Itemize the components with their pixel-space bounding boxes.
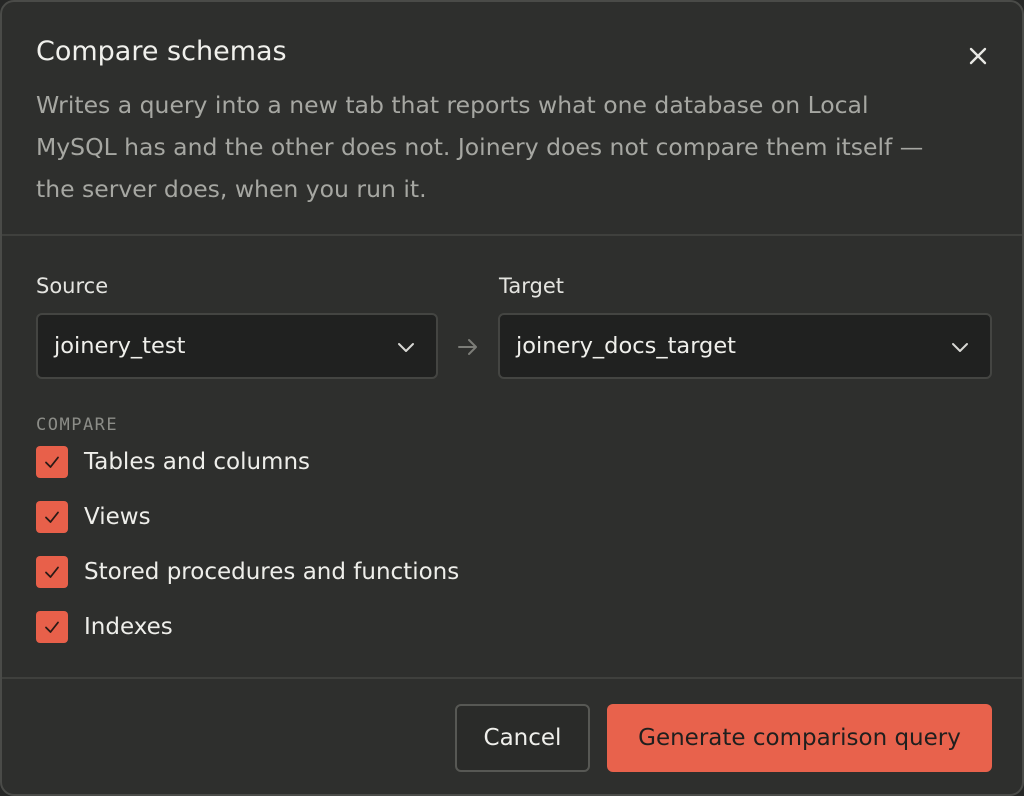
option-label: Indexes	[84, 614, 173, 640]
footer-divider	[2, 677, 1022, 679]
header-divider	[2, 234, 1022, 236]
option-indexes[interactable]: Indexes	[36, 610, 173, 644]
option-label: Stored procedures and functions	[84, 559, 460, 585]
generate-comparison-query-button[interactable]: Generate comparison query	[607, 704, 992, 772]
option-label: Views	[84, 504, 151, 530]
target-select[interactable]: joinery_docs_target	[498, 313, 992, 379]
chevron-down-icon	[398, 343, 414, 352]
checkbox[interactable]	[36, 446, 68, 478]
source-select[interactable]: joinery_test	[36, 313, 438, 379]
check-icon	[45, 456, 59, 468]
close-icon	[969, 47, 987, 65]
chevron-down-icon	[952, 343, 968, 352]
check-icon	[45, 566, 59, 578]
option-views[interactable]: Views	[36, 500, 151, 534]
dialog-title: Compare schemas	[36, 36, 287, 67]
close-button[interactable]	[958, 38, 998, 74]
compare-schemas-dialog: Compare schemas Writes a query into a ne…	[0, 0, 1024, 796]
cancel-button[interactable]: Cancel	[455, 704, 590, 772]
option-label: Tables and columns	[84, 449, 311, 475]
arrow-right-icon	[458, 339, 477, 355]
target-label: Target	[499, 274, 564, 298]
compare-section-label: COMPARE	[36, 415, 119, 435]
checkbox[interactable]	[36, 611, 68, 643]
checkbox[interactable]	[36, 556, 68, 588]
source-label: Source	[36, 274, 109, 298]
option-tables-and-columns[interactable]: Tables and columns	[36, 445, 310, 479]
option-stored-procedures-and-functions[interactable]: Stored procedures and functions	[36, 555, 459, 589]
source-select-value: joinery_test	[54, 333, 186, 359]
check-icon	[45, 511, 59, 523]
checkbox[interactable]	[36, 501, 68, 533]
target-select-value: joinery_docs_target	[516, 333, 736, 359]
dialog-description: Writes a query into a new tab that repor…	[36, 91, 924, 203]
check-icon	[45, 621, 59, 633]
